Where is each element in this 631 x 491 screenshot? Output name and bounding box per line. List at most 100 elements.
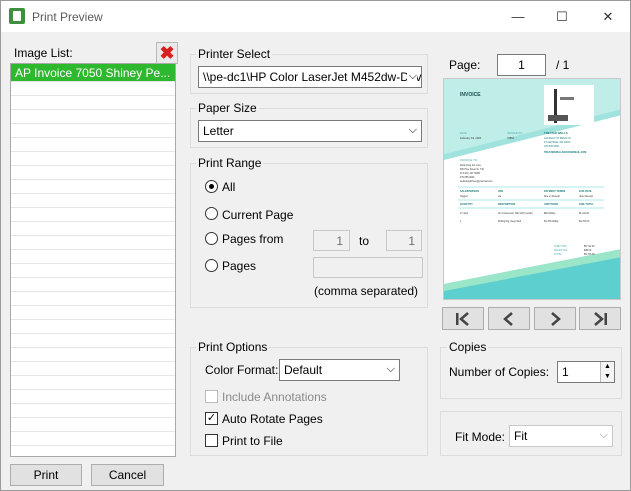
paper-size-value: Letter — [203, 124, 234, 138]
grand-total-label: TOTAL — [554, 253, 562, 256]
job-value: n/a — [498, 196, 502, 198]
invoice-title: INVOICE — [460, 92, 481, 98]
drill-rig-truck — [548, 115, 568, 121]
pages-list-input[interactable] — [313, 257, 423, 278]
first-page-button[interactable] — [442, 307, 484, 330]
printer-select-label: Printer Select — [196, 47, 273, 61]
salesperson-label: SALESPERSON — [460, 190, 479, 193]
close-button[interactable]: ✕ — [585, 1, 631, 32]
empty-list-row — [11, 222, 175, 236]
chevron-down-icon: ⌵ — [386, 363, 395, 375]
empty-list-row — [11, 180, 175, 194]
cancel-button[interactable]: Cancel — [91, 464, 164, 486]
include-annotations-checkbox[interactable] — [205, 390, 218, 403]
title-bar: Print Preview — ☐ ✕ — [1, 1, 630, 32]
fit-mode-dropdown[interactable]: Fit ⌵ — [509, 425, 613, 447]
pages-from-input[interactable]: 1 — [313, 230, 350, 251]
empty-list-row — [11, 236, 175, 250]
print-button[interactable]: Print — [10, 464, 82, 486]
empty-list-row — [11, 390, 175, 404]
tax-value: $35.00 — [584, 249, 592, 252]
spin-up-icon[interactable]: ▲ — [601, 362, 614, 372]
page-total: / 1 — [556, 58, 570, 72]
empty-list-row — [11, 362, 175, 376]
bill-to-line: 900 Pine Street St. 740 — [460, 168, 484, 171]
fit-mode-value: Fit — [514, 429, 528, 443]
invoice-date-value: February 19, 2020 — [460, 136, 482, 140]
printer-select-dropdown[interactable]: \\pe-dc1\HP Color LaserJet M452dw-Dev ⌵ — [198, 66, 422, 88]
page-preview: INVOICE DATE February 19, 2020 INVOICE N… — [443, 78, 621, 300]
subtotal-value: $5,711.00 — [584, 245, 595, 248]
first-page-icon — [456, 311, 469, 326]
radio-all-label: All — [222, 180, 236, 194]
pages-to-input[interactable]: 1 — [386, 230, 422, 251]
checkmark-icon: ✓ — [206, 412, 217, 424]
empty-list-row — [11, 138, 175, 152]
paper-size-dropdown[interactable]: Letter ⌵ — [198, 120, 422, 142]
copies-label: Copies — [447, 340, 489, 354]
tax-label: SALES TAX — [554, 249, 568, 252]
radio-pages[interactable] — [205, 259, 218, 272]
image-list[interactable]: AP Invoice 7050 Shiney Pe... — [10, 63, 176, 457]
print-range-label: Print Range — [196, 156, 264, 170]
print-to-file-checkbox[interactable] — [205, 434, 218, 447]
bill-to-line: 279-555-0000 — [460, 177, 475, 179]
last-page-icon — [594, 311, 607, 326]
empty-list-row — [11, 82, 175, 96]
radio-pages-from[interactable] — [205, 232, 218, 245]
empty-list-row — [11, 166, 175, 180]
print-to-file-label: Print to File — [222, 434, 283, 448]
empty-list-row — [11, 208, 175, 222]
drill-rig-arm — [560, 97, 574, 100]
due-value: Upon Receipt — [579, 195, 593, 198]
minimize-button[interactable]: — — [495, 1, 541, 32]
job-label: JOB — [498, 190, 503, 193]
row-desc: Air Compressor, 600 CFM (rental) — [498, 212, 533, 215]
spinner-buttons[interactable]: ▲ ▼ — [600, 362, 614, 382]
number-of-copies-label: Number of Copies: — [449, 365, 550, 379]
invoice-page-image: INVOICE DATE February 19, 2020 INVOICE N… — [444, 79, 620, 299]
print-preview-window: Print Preview — ☐ ✕ Image List: ✖ AP Inv… — [0, 0, 631, 491]
auto-rotate-checkbox[interactable]: ✓ — [205, 412, 218, 425]
next-page-button[interactable] — [534, 307, 576, 330]
empty-list-row — [11, 292, 175, 306]
qty-header: QUANTITY — [460, 203, 473, 206]
terms-value: Due on Receipt — [544, 195, 560, 198]
auto-rotate-label: Auto Rotate Pages — [222, 412, 323, 426]
spin-down-icon[interactable]: ▼ — [601, 372, 614, 382]
last-page-button[interactable] — [579, 307, 621, 330]
delete-x-icon: ✖ — [159, 43, 175, 63]
bill-to-label: INVOICE TO — [460, 158, 478, 162]
prev-page-button[interactable] — [488, 307, 530, 330]
total-header: LINE TOTAL — [579, 203, 594, 206]
app-icon — [9, 8, 25, 24]
invoice-date-label: DATE — [460, 131, 467, 135]
paper-size-label: Paper Size — [196, 101, 259, 115]
row-qty: 17 days — [460, 213, 469, 215]
empty-list-row — [11, 194, 175, 208]
copies-spinner[interactable]: 1 ▲ ▼ — [557, 361, 615, 383]
radio-all[interactable] — [205, 180, 218, 193]
empty-list-row — [11, 250, 175, 264]
empty-list-row — [11, 418, 175, 432]
maximize-button[interactable]: ☐ — [539, 1, 585, 32]
chevron-down-icon: ⌵ — [406, 70, 417, 83]
salesperson-value: Tagged — [460, 196, 468, 198]
company-name: TREATED WELLS — [544, 131, 568, 135]
pages-to-label: to — [359, 234, 370, 248]
subtotal-label: SUBTOTAL — [554, 245, 568, 248]
list-item[interactable]: AP Invoice 7050 Shiney Pe... — [11, 64, 175, 82]
chevron-down-icon: ⌵ — [599, 429, 608, 441]
next-page-icon — [551, 311, 561, 326]
color-format-dropdown[interactable]: Default ⌵ — [279, 359, 400, 381]
copies-value: 1 — [562, 365, 569, 379]
empty-list-row — [11, 432, 175, 446]
invoice-no-label: INVOICE NO. — [507, 131, 523, 135]
bill-to-line: Ft Smith, AR 72908 — [460, 172, 481, 175]
radio-current-page[interactable] — [205, 207, 218, 220]
image-list-label: Image List: — [14, 46, 73, 60]
delete-image-button[interactable]: ✖ — [156, 42, 178, 64]
page-number-input[interactable]: 1 — [497, 54, 546, 76]
company-address-2: FT GEORGE, WA 10010 — [544, 141, 571, 144]
radio-current-page-label: Current Page — [222, 208, 294, 222]
